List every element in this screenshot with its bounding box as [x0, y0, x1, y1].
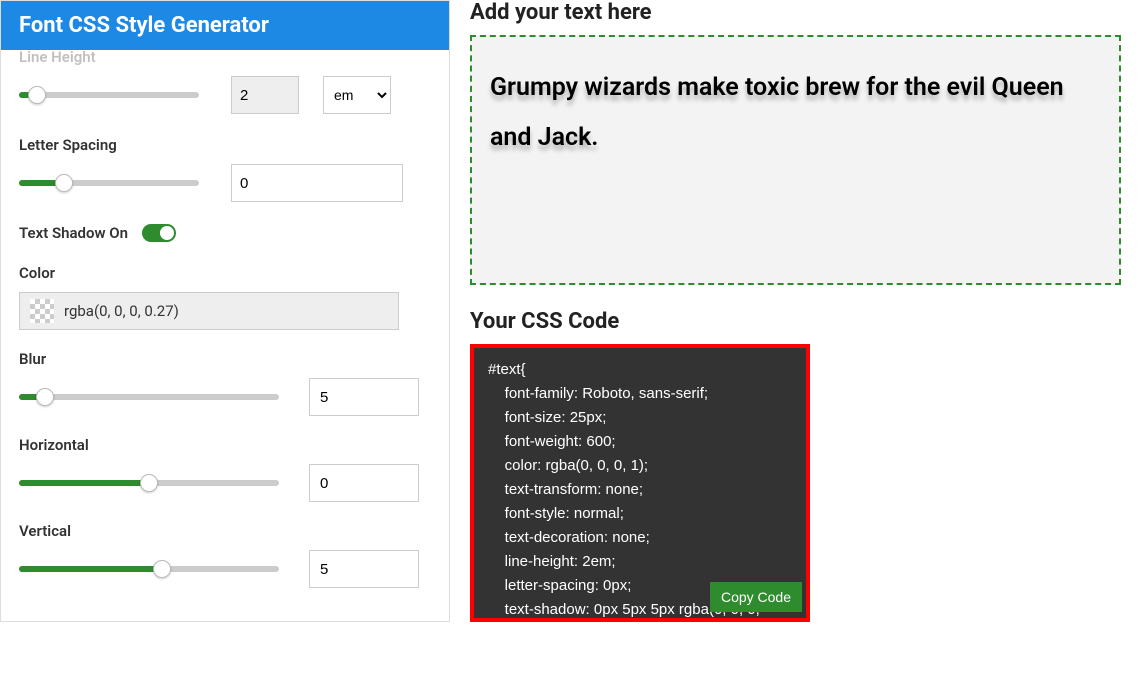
vertical-slider[interactable]	[19, 566, 279, 572]
preview-text[interactable]: Grumpy wizards make toxic brew for the e…	[490, 63, 1101, 163]
text-shadow-label: Text Shadow On	[19, 224, 128, 242]
preview-box[interactable]: Grumpy wizards make toxic brew for the e…	[470, 35, 1121, 285]
css-heading: Your CSS Code	[470, 309, 1121, 334]
right-panel: Add your text here Grumpy wizards make t…	[470, 0, 1141, 622]
text-shadow-toggle[interactable]	[142, 224, 176, 242]
code-wrap: #text{ font-family: Roboto, sans-serif; …	[470, 344, 810, 622]
letter-spacing-label: Letter Spacing	[19, 136, 431, 154]
line-height-input[interactable]	[231, 76, 299, 114]
line-height-slider[interactable]	[19, 92, 199, 98]
letter-spacing-input[interactable]	[231, 164, 403, 202]
horizontal-label: Horizontal	[19, 436, 431, 454]
blur-label: Blur	[19, 350, 431, 368]
blur-slider[interactable]	[19, 394, 279, 400]
color-input[interactable]: rgba(0, 0, 0, 0.27)	[19, 292, 399, 330]
color-label: Color	[19, 264, 431, 282]
transparency-icon	[30, 299, 54, 323]
controls-panel: Font CSS Style Generator Line Height em …	[0, 0, 450, 622]
horizontal-slider[interactable]	[19, 480, 279, 486]
vertical-label: Vertical	[19, 522, 431, 540]
vertical-input[interactable]	[309, 550, 419, 588]
blur-input[interactable]	[309, 378, 419, 416]
letter-spacing-slider[interactable]	[19, 180, 199, 186]
css-code-output[interactable]: #text{ font-family: Roboto, sans-serif; …	[474, 348, 806, 618]
copy-code-button[interactable]: Copy Code	[710, 582, 802, 612]
panel-title: Font CSS Style Generator	[1, 1, 449, 50]
panel-body: Line Height em Letter Spacing	[1, 50, 449, 620]
horizontal-input[interactable]	[309, 464, 419, 502]
color-value: rgba(0, 0, 0, 0.27)	[64, 302, 179, 320]
line-height-label: Line Height	[19, 50, 431, 66]
preview-heading: Add your text here	[470, 0, 1121, 25]
line-height-unit-select[interactable]: em	[323, 76, 391, 114]
